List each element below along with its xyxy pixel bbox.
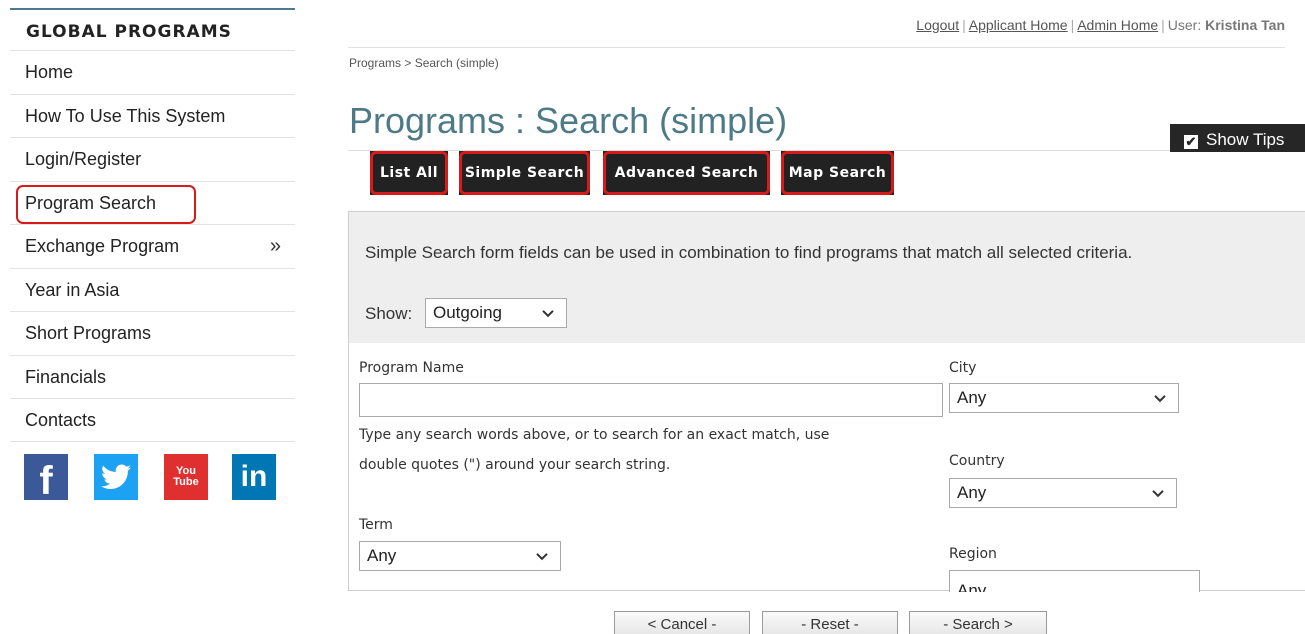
sidebar-item-label: Short Programs — [25, 323, 152, 343]
select-value: Any — [957, 388, 987, 407]
reset-button[interactable]: - Reset - — [762, 611, 898, 634]
sidebar-item-label: Exchange Program — [25, 236, 180, 256]
applicant-home-link[interactable]: Applicant Home — [969, 17, 1068, 33]
separator: | — [962, 17, 966, 33]
top-links: Logout | Applicant Home | Admin Home | User: K… — [916, 17, 1285, 33]
cancel-button[interactable]: < Cancel - — [614, 611, 750, 634]
sidebar-item-contacts[interactable]: Contacts — [10, 398, 295, 442]
double-chevron-right-icon[interactable]: » — [270, 235, 281, 258]
sidebar-item-program-search[interactable]: Program Search — [10, 180, 295, 224]
sidebar-item-label: Login/Register — [25, 149, 142, 169]
sidebar-heading: GLOBAL PROGRAMS — [10, 8, 295, 50]
chevron-down-icon — [536, 553, 548, 561]
sidebar-item-home[interactable]: Home — [10, 50, 295, 94]
youtube-logo: You Tube — [173, 466, 198, 488]
user-label: User: — [1167, 17, 1202, 33]
highlight-outline — [370, 151, 448, 195]
show-tips-toggle[interactable]: ✔ Show Tips — [1170, 124, 1305, 152]
select-value: Any — [957, 581, 987, 592]
highlight-outline — [781, 151, 894, 195]
highlight-outline — [459, 151, 590, 195]
divider — [348, 47, 1285, 48]
chevron-down-icon — [1152, 490, 1164, 498]
twitter-bird-glyph — [101, 464, 131, 489]
form-header: Simple Search form fields can be used in… — [349, 212, 1305, 343]
sidebar-item-exchange-program[interactable]: Exchange Program » — [10, 224, 295, 268]
region-select[interactable]: Any — [949, 570, 1200, 592]
twitter-icon[interactable] — [94, 454, 138, 500]
show-label: Show: — [365, 304, 413, 323]
chevron-down-icon — [1154, 395, 1166, 403]
sidebar-item-label: Contacts — [25, 410, 97, 430]
form-intro-text: Simple Search form fields can be used in… — [365, 243, 1133, 262]
checkbox-checked-icon[interactable]: ✔ — [1184, 135, 1198, 149]
separator: | — [1070, 17, 1075, 33]
highlight-outline — [603, 151, 770, 195]
sidebar-item-label: How To Use This System — [25, 105, 226, 126]
city-label: City — [949, 360, 977, 376]
help-text-line-2: double quotes (") around your search str… — [359, 457, 671, 473]
page-title: Programs : Search (simple) — [349, 100, 788, 141]
help-text-line-1: Type any search words above, or to searc… — [359, 427, 830, 443]
sidebar-item-how-to-use[interactable]: How To Use This System — [10, 93, 295, 137]
country-select[interactable]: Any — [949, 478, 1177, 508]
program-name-input[interactable] — [359, 383, 943, 417]
youtube-icon[interactable]: You Tube — [164, 454, 208, 500]
chevron-down-icon — [542, 310, 554, 318]
search-form-panel: Simple Search form fields can be used in… — [348, 211, 1305, 592]
select-value: Any — [367, 546, 397, 565]
term-select[interactable]: Any — [359, 541, 561, 571]
sidebar-item-label: Financials — [25, 366, 107, 387]
program-name-label: Program Name — [359, 360, 464, 376]
sidebar-item-year-in-asia[interactable]: Year in Asia — [10, 267, 295, 311]
social-links: f You Tube in — [16, 454, 286, 504]
term-label: Term — [359, 517, 393, 533]
logout-link[interactable]: Logout — [916, 17, 959, 33]
admin-home-link[interactable]: Admin Home — [1077, 17, 1158, 33]
sidebar-item-login-register[interactable]: Login/Register — [10, 137, 295, 181]
show-tips-label: Show Tips — [1206, 130, 1285, 149]
sidebar-item-label: Year in Asia — [25, 279, 120, 300]
linkedin-icon[interactable]: in — [232, 454, 276, 500]
facebook-icon[interactable]: f — [24, 454, 68, 503]
tab-advanced-search[interactable]: Advanced Search — [603, 151, 770, 195]
breadcrumb: Programs > Search (simple) — [349, 56, 499, 70]
sidebar-item-financials[interactable]: Financials — [10, 354, 295, 398]
tab-map-search[interactable]: Map Search — [781, 151, 894, 195]
region-label: Region — [949, 546, 997, 562]
show-select[interactable]: Outgoing — [425, 298, 567, 328]
youtube-logo-line2: Tube — [173, 476, 199, 488]
sidebar-nav: GLOBAL PROGRAMS Home How To Use This Sys… — [10, 8, 295, 442]
search-button[interactable]: - Search > — [909, 611, 1047, 634]
sidebar-item-short-programs[interactable]: Short Programs — [10, 311, 295, 355]
tab-list-all[interactable]: List All — [370, 151, 448, 195]
separator: | — [1161, 17, 1165, 33]
highlight-outline — [16, 184, 196, 224]
country-label: Country — [949, 453, 1005, 469]
tab-simple-search[interactable]: Simple Search — [459, 151, 590, 195]
select-value: Outgoing — [433, 303, 502, 322]
select-value: Any — [957, 483, 987, 502]
user-name: Kristina Tan — [1205, 17, 1285, 33]
sidebar-item-label: Home — [25, 62, 74, 82]
city-select[interactable]: Any — [949, 383, 1179, 413]
